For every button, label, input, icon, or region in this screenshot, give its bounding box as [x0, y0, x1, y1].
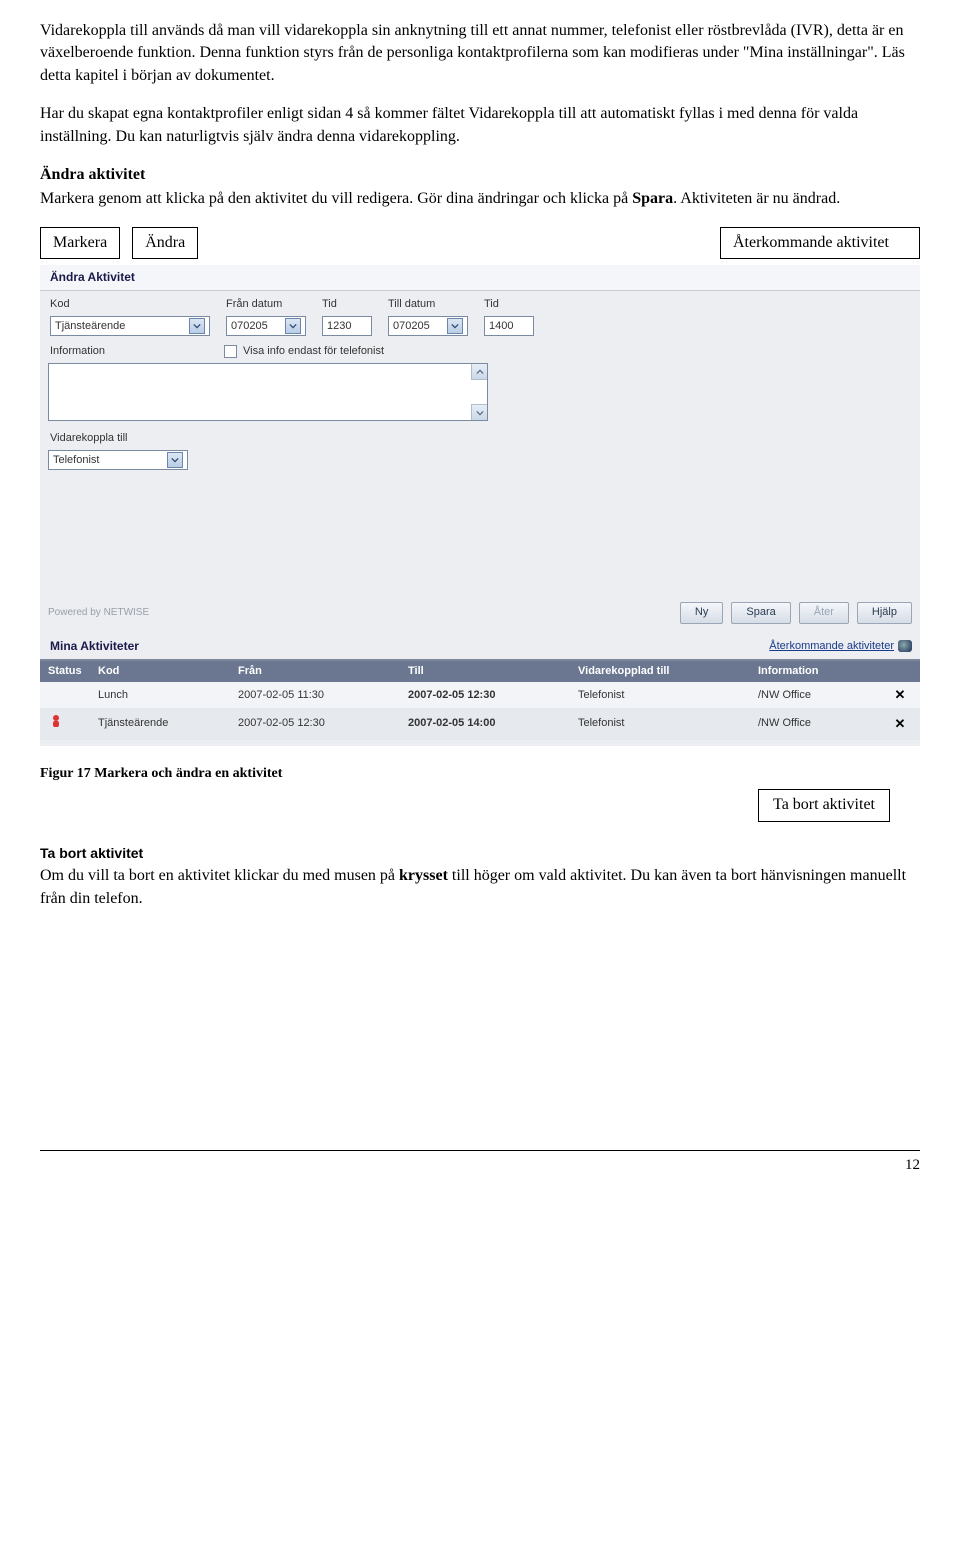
- row0-info: /NW Office: [758, 688, 888, 703]
- label-from-date: Från datum: [226, 297, 306, 312]
- checkbox-show-telefonist[interactable]: [224, 345, 237, 358]
- app-title: Ändra Aktivitet: [40, 265, 920, 291]
- th-kod: Kod: [98, 664, 238, 679]
- ater-button[interactable]: Åter: [799, 602, 849, 623]
- ny-button[interactable]: Ny: [680, 602, 723, 623]
- chevron-down-icon[interactable]: [447, 318, 463, 334]
- mina-aktiviteter-title: Mina Aktiviteter: [50, 638, 139, 655]
- edit-form: Kod Från datum Tid Till datum Tid Tjänst…: [40, 291, 920, 593]
- select-till-date[interactable]: 070205: [388, 316, 468, 336]
- select-from-date[interactable]: 070205: [226, 316, 306, 336]
- label-till-date: Till datum: [388, 297, 468, 312]
- th-till: Till: [408, 664, 578, 679]
- row0-from: 2007-02-05 11:30: [238, 688, 408, 703]
- remove-body-krysset: krysset: [399, 867, 448, 884]
- callout-andra: Ändra: [132, 227, 198, 259]
- callout-row-bottom: Ta bort aktivitet: [40, 789, 920, 821]
- callout-aterkommande: Återkommande aktivitet: [720, 227, 920, 259]
- select-vidarekoppla[interactable]: Telefonist: [48, 450, 188, 470]
- hjalp-button[interactable]: Hjälp: [857, 602, 912, 623]
- select-kod-value: Tjänsteärende: [55, 319, 125, 334]
- edit-body-pre: Markera genom att klicka på den aktivite…: [40, 190, 632, 207]
- row1-from: 2007-02-05 12:30: [238, 716, 408, 731]
- edit-body-spara: Spara: [632, 190, 673, 207]
- remove-heading: Ta bort aktivitet: [40, 844, 920, 864]
- label-vidarekoppla: Vidarekoppla till: [48, 429, 912, 448]
- row1-info: /NW Office: [758, 716, 888, 731]
- th-vk: Vidarekopplad till: [578, 664, 758, 679]
- intro-paragraph-2: Har du skapat egna kontaktprofiler enlig…: [40, 103, 920, 148]
- label-checkbox: Visa info endast för telefonist: [243, 344, 384, 359]
- from-date-value: 070205: [231, 319, 268, 334]
- row0-vk: Telefonist: [578, 688, 758, 703]
- th-from: Från: [238, 664, 408, 679]
- edit-heading: Ändra aktivitet: [40, 164, 920, 186]
- input-till-time[interactable]: 1400: [484, 316, 534, 336]
- from-time-value: 1230: [327, 319, 351, 334]
- label-kod: Kod: [50, 297, 210, 312]
- remove-body-pre: Om du vill ta bort en aktivitet klickar …: [40, 867, 399, 884]
- label-till-time: Tid: [484, 297, 534, 312]
- textarea-information[interactable]: [48, 363, 488, 421]
- callout-tabort: Ta bort aktivitet: [758, 789, 890, 821]
- table-header: Status Kod Från Till Vidarekopplad till …: [40, 661, 920, 682]
- recurring-icon: [898, 640, 912, 652]
- callout-row-top: Markera Ändra Återkommande aktivitet: [40, 227, 920, 259]
- page-number: 12: [905, 1157, 920, 1173]
- aterkommande-link-label: Återkommande aktiviteter: [769, 639, 894, 654]
- figure-caption: Figur 17 Markera och ändra en aktivitet: [40, 764, 920, 784]
- row0-kod: Lunch: [98, 688, 238, 703]
- scroll-down-icon[interactable]: [471, 404, 487, 420]
- remove-body: Om du vill ta bort en aktivitet klickar …: [40, 865, 920, 910]
- row1-till: 2007-02-05 14:00: [408, 716, 578, 731]
- row0-till: 2007-02-05 12:30: [408, 688, 578, 703]
- close-icon[interactable]: ✕: [895, 716, 906, 731]
- select-kod[interactable]: Tjänsteärende: [50, 316, 210, 336]
- till-date-value: 070205: [393, 319, 430, 334]
- table-row[interactable]: Lunch 2007-02-05 11:30 2007-02-05 12:30 …: [40, 682, 920, 709]
- scroll-up-icon[interactable]: [471, 364, 487, 380]
- edit-body-post: . Aktiviteten är nu ändrad.: [673, 190, 840, 207]
- powered-by: Powered by NETWISE: [48, 606, 149, 620]
- callout-markera: Markera: [40, 227, 120, 259]
- till-time-value: 1400: [489, 319, 513, 334]
- th-status: Status: [48, 664, 98, 679]
- intro-paragraph-1: Vidarekoppla till används då man vill vi…: [40, 20, 920, 87]
- chevron-down-icon[interactable]: [285, 318, 301, 334]
- aterkommande-link[interactable]: Återkommande aktiviteter: [769, 639, 912, 654]
- section-mina-aktiviteter: Mina Aktiviteter Återkommande aktivitete…: [40, 630, 920, 661]
- row1-kod: Tjänsteärende: [98, 716, 238, 731]
- spara-button[interactable]: Spara: [731, 602, 790, 623]
- edit-body: Markera genom att klicka på den aktivite…: [40, 188, 920, 210]
- app-screenshot: Ändra Aktivitet Kod Från datum Tid Till …: [40, 265, 920, 746]
- close-icon[interactable]: ✕: [895, 687, 906, 702]
- chevron-down-icon[interactable]: [189, 318, 205, 334]
- input-from-time[interactable]: 1230: [322, 316, 372, 336]
- chevron-down-icon[interactable]: [167, 452, 183, 468]
- page-footer: 12: [40, 1150, 920, 1176]
- vk-value: Telefonist: [53, 453, 99, 468]
- table-row[interactable]: Tjänsteärende 2007-02-05 12:30 2007-02-0…: [40, 709, 920, 739]
- status-active-icon: [48, 713, 64, 729]
- th-info: Information: [758, 664, 888, 679]
- row1-vk: Telefonist: [578, 716, 758, 731]
- label-from-time: Tid: [322, 297, 372, 312]
